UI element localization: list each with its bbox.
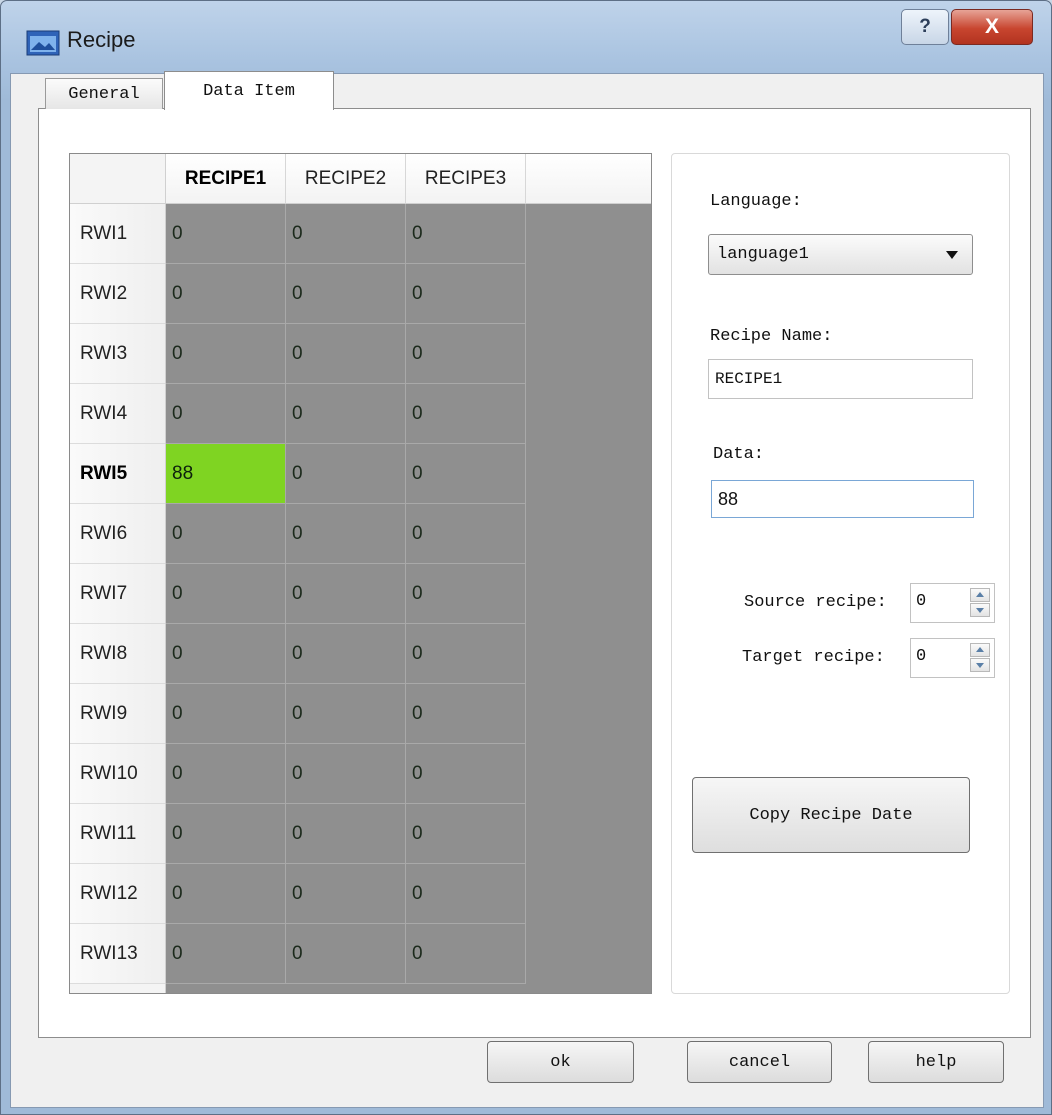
help-button[interactable]: help xyxy=(868,1041,1004,1083)
grid-cell[interactable]: 0 xyxy=(166,624,286,684)
spin-down-icon[interactable] xyxy=(970,658,990,672)
grid-cell[interactable]: 0 xyxy=(166,504,286,564)
grid-cell[interactable]: 0 xyxy=(166,804,286,864)
spin-up-icon[interactable] xyxy=(970,643,990,657)
recipe-settings-panel xyxy=(671,153,1010,994)
grid-cell[interactable]: 0 xyxy=(406,204,526,264)
window-icon xyxy=(26,30,60,56)
data-label: Data: xyxy=(713,445,765,464)
row-header[interactable]: RWI5 xyxy=(70,444,165,504)
grid-cell[interactable]: 0 xyxy=(406,444,526,504)
target-recipe-label: Target recipe: xyxy=(742,648,885,667)
row-header-column: RWI1 RWI2 RWI3 RWI4 RWI5 RWI6 RWI7 RWI8 RWI9 RWI1… xyxy=(70,204,166,993)
grid-cell[interactable]: 0 xyxy=(166,564,286,624)
row-header[interactable]: RWI1 xyxy=(70,204,165,264)
grid-cells: 0 0 0 0 0 0 0 0 0 0 0 0 88 0 0 0 0 0 0 0 0 0 0 0 0 0 0 0 0 0 0 0 0 0 0 0 0 0 0 xyxy=(166,204,526,993)
row-header[interactable]: RWI4 xyxy=(70,384,165,444)
spin-down-icon[interactable] xyxy=(970,603,990,617)
column-header-row: RECIPE1 RECIPE2 RECIPE3 xyxy=(166,154,651,204)
row-header[interactable]: RWI13 xyxy=(70,924,165,984)
cancel-button[interactable]: cancel xyxy=(687,1041,832,1083)
grid-cell[interactable]: 0 xyxy=(406,564,526,624)
tab-data-item[interactable]: Data Item xyxy=(164,71,334,110)
data-field[interactable]: 88 xyxy=(711,480,974,518)
chevron-down-icon xyxy=(946,251,958,259)
grid-cell[interactable]: 0 xyxy=(406,504,526,564)
target-recipe-spinbox[interactable]: 0 xyxy=(910,638,995,678)
grid-cell[interactable]: 0 xyxy=(166,324,286,384)
spin-up-icon[interactable] xyxy=(970,588,990,602)
grid-cell[interactable]: 0 xyxy=(286,324,406,384)
row-header[interactable]: RWI3 xyxy=(70,324,165,384)
context-help-button[interactable]: ? xyxy=(901,9,949,45)
grid-cell[interactable]: 0 xyxy=(166,924,286,984)
row-header[interactable]: RWI6 xyxy=(70,504,165,564)
source-recipe-value: 0 xyxy=(916,592,927,611)
grid-cell[interactable]: 88 xyxy=(166,444,286,504)
grid-cell[interactable]: 0 xyxy=(406,864,526,924)
row-header[interactable]: RWI7 xyxy=(70,564,165,624)
title-bar[interactable]: Recipe ? X xyxy=(1,1,1052,79)
grid-corner[interactable] xyxy=(70,154,166,204)
grid-cell[interactable]: 0 xyxy=(286,864,406,924)
grid-cell[interactable]: 0 xyxy=(286,504,406,564)
grid-cell[interactable]: 0 xyxy=(286,744,406,804)
column-header-recipe1[interactable]: RECIPE1 xyxy=(166,154,286,204)
grid-cell[interactable]: 0 xyxy=(406,264,526,324)
grid-cell[interactable]: 0 xyxy=(286,684,406,744)
grid-cell[interactable]: 0 xyxy=(166,684,286,744)
grid-cell[interactable]: 0 xyxy=(286,624,406,684)
close-icon: X xyxy=(984,15,999,38)
grid-cell[interactable]: 0 xyxy=(166,204,286,264)
row-header[interactable]: RWI2 xyxy=(70,264,165,324)
column-header-recipe3[interactable]: RECIPE3 xyxy=(406,154,526,204)
target-recipe-value: 0 xyxy=(916,647,927,666)
grid-cell[interactable]: 0 xyxy=(286,804,406,864)
grid-cell[interactable]: 0 xyxy=(286,564,406,624)
grid-cell[interactable]: 0 xyxy=(406,624,526,684)
language-select[interactable]: language1 xyxy=(708,234,973,275)
tab-general[interactable]: General xyxy=(45,78,163,109)
grid-cell[interactable]: 0 xyxy=(406,384,526,444)
question-icon: ? xyxy=(919,16,931,37)
close-button[interactable]: X xyxy=(951,9,1033,45)
grid-cell[interactable]: 0 xyxy=(166,264,286,324)
row-header[interactable]: RWI9 xyxy=(70,684,165,744)
grid-cell[interactable]: 0 xyxy=(286,264,406,324)
grid-cell[interactable]: 0 xyxy=(406,924,526,984)
grid-cell[interactable]: 0 xyxy=(166,384,286,444)
row-header[interactable]: RWI8 xyxy=(70,624,165,684)
language-select-value: language1 xyxy=(717,245,809,264)
row-header[interactable]: RWI11 xyxy=(70,804,165,864)
recipe-name-label: Recipe Name: xyxy=(710,327,833,346)
grid-cell[interactable]: 0 xyxy=(286,444,406,504)
source-recipe-label: Source recipe: xyxy=(744,593,887,612)
recipe-name-field[interactable]: RECIPE1 xyxy=(708,359,973,399)
grid-cell[interactable]: 0 xyxy=(406,324,526,384)
recipe-grid[interactable]: RECIPE1 RECIPE2 RECIPE3 RWI1 RWI2 RWI3 RWI4… xyxy=(69,153,652,994)
row-header[interactable]: RWI10 xyxy=(70,744,165,804)
grid-cell[interactable]: 0 xyxy=(166,864,286,924)
grid-cell[interactable]: 0 xyxy=(406,744,526,804)
language-label: Language: xyxy=(710,192,802,211)
source-recipe-spinbox[interactable]: 0 xyxy=(910,583,995,623)
copy-recipe-button[interactable]: Copy Recipe Date xyxy=(692,777,970,853)
grid-cell[interactable]: 0 xyxy=(286,924,406,984)
grid-cell[interactable]: 0 xyxy=(406,684,526,744)
grid-cell[interactable]: 0 xyxy=(286,204,406,264)
row-header[interactable]: RWI12 xyxy=(70,864,165,924)
grid-cell[interactable]: 0 xyxy=(406,804,526,864)
column-header-recipe2[interactable]: RECIPE2 xyxy=(286,154,406,204)
column-header-filler xyxy=(526,154,651,204)
window-title: Recipe xyxy=(67,27,136,52)
grid-cell[interactable]: 0 xyxy=(166,744,286,804)
recipe-dialog: Recipe ? X General Data Item RECIPE1 REC… xyxy=(0,0,1052,1115)
grid-cell[interactable]: 0 xyxy=(286,384,406,444)
ok-button[interactable]: ok xyxy=(487,1041,634,1083)
